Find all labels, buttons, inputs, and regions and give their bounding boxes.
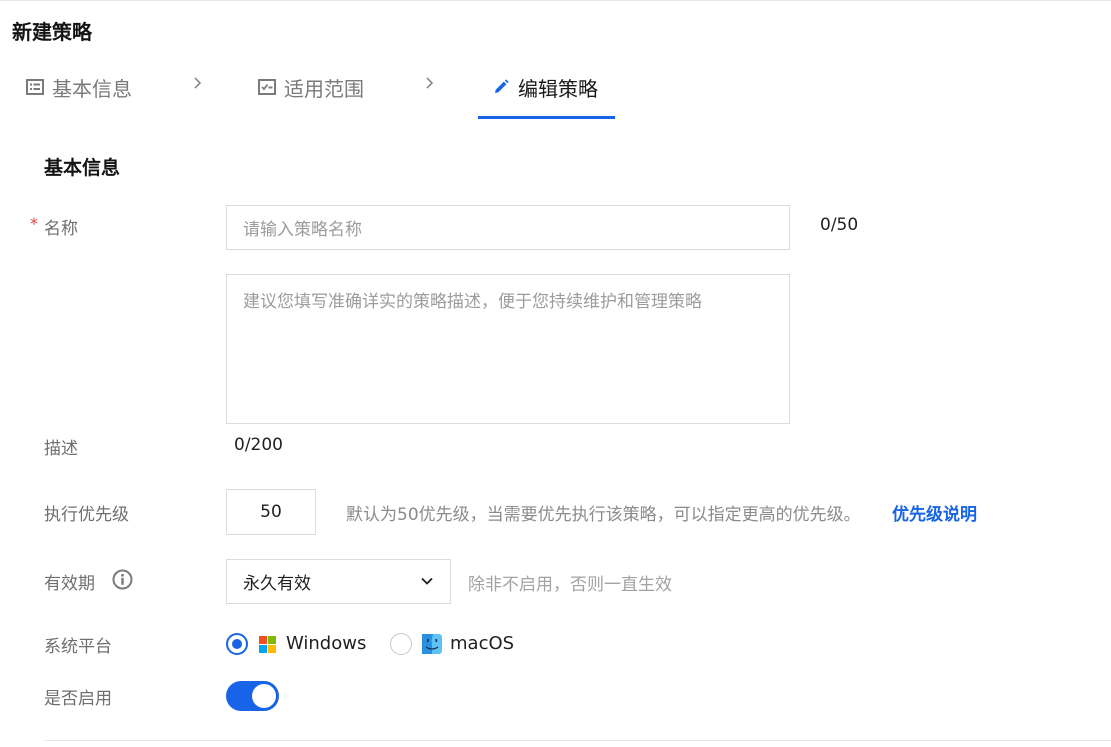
step-edit-policy[interactable]: 编辑策略 — [492, 70, 598, 104]
name-counter: 0/50 — [820, 215, 859, 235]
priority-hint: 默认为50优先级，当需要优先执行该策略，可以指定更高的优先级。 — [346, 505, 861, 525]
windows-icon — [259, 636, 276, 653]
top-divider — [0, 0, 1111, 1]
required-mark: * — [30, 214, 38, 233]
priority-value: 50 — [260, 502, 282, 522]
chevron-right-icon — [194, 77, 202, 89]
priority-input[interactable]: 50 — [226, 489, 316, 535]
macos-finder-icon — [422, 634, 442, 654]
description-placeholder: 建议您填写准确详实的策略描述，便于您持续维护和管理策略 — [243, 292, 702, 312]
toggle-knob — [252, 684, 276, 708]
priority-help-link[interactable]: 优先级说明 — [892, 500, 977, 525]
validity-select[interactable]: 永久有效 — [226, 559, 451, 604]
page-title: 新建策略 — [12, 20, 92, 44]
priority-label: 执行优先级 — [44, 505, 129, 525]
step-label: 适用范围 — [284, 76, 364, 101]
validity-selected: 永久有效 — [243, 574, 311, 594]
description-textarea[interactable]: 建议您填写准确详实的策略描述，便于您持续维护和管理策略 — [226, 274, 790, 424]
info-icon[interactable] — [112, 569, 133, 590]
description-counter: 0/200 — [234, 435, 283, 455]
pencil-icon — [495, 79, 509, 93]
checklist-icon — [258, 79, 276, 95]
active-step-indicator — [478, 116, 615, 119]
section-title: 基本信息 — [44, 157, 121, 179]
name-input[interactable]: 请输入策略名称 — [226, 205, 790, 250]
list-icon — [26, 79, 44, 95]
platform-label: 系统平台 — [44, 637, 112, 657]
name-label: 名称 — [44, 219, 78, 239]
bottom-divider — [44, 740, 1111, 741]
chevron-down-icon — [421, 577, 433, 585]
platform-radio-windows[interactable] — [226, 633, 248, 655]
step-label: 基本信息 — [52, 76, 132, 101]
chevron-right-icon — [426, 77, 434, 89]
platform-radio-macos[interactable] — [390, 633, 412, 655]
description-label: 描述 — [44, 439, 78, 459]
step-basic-info[interactable]: 基本信息 — [26, 70, 132, 104]
name-placeholder: 请输入策略名称 — [243, 220, 362, 240]
platform-option-macos[interactable]: macOS — [450, 633, 514, 654]
step-scope[interactable]: 适用范围 — [258, 70, 364, 104]
step-label: 编辑策略 — [518, 76, 598, 101]
validity-label: 有效期 — [44, 574, 95, 594]
enabled-toggle[interactable] — [226, 681, 279, 711]
enabled-label: 是否启用 — [44, 689, 112, 709]
validity-hint: 除非不启用，否则一直生效 — [468, 575, 672, 595]
platform-option-windows[interactable]: Windows — [286, 633, 366, 654]
